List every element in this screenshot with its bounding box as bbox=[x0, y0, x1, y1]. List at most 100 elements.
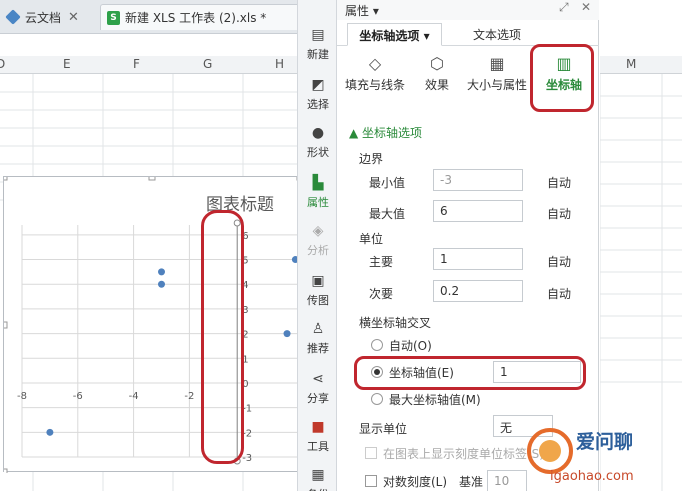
strip-item-label: 工具 bbox=[307, 440, 329, 453]
app-window: 云文档 ✕ S 新建 XLS 工作表 (2).xls * D E F G H -… bbox=[0, 0, 682, 491]
panel-header: 属性 ▾ ⤢ ✕ bbox=[337, 0, 599, 20]
recommend-icon: ♙ bbox=[311, 321, 325, 337]
strip-item-label: 传图 bbox=[307, 294, 329, 307]
category-label: 大小与属性 bbox=[466, 78, 527, 92]
min-label: 最小值 bbox=[369, 176, 406, 190]
section-axis-options[interactable]: ▲ 坐标轴选项 bbox=[349, 124, 422, 141]
radio-cross-max[interactable] bbox=[371, 393, 383, 405]
radio-cross-max-label[interactable]: 最大坐标轴值(M) bbox=[389, 391, 481, 408]
column-header-d[interactable]: D bbox=[0, 57, 5, 71]
column-header-g[interactable]: G bbox=[203, 57, 212, 71]
log-scale-checkbox[interactable] bbox=[365, 475, 377, 487]
tab-workbook[interactable]: S 新建 XLS 工作表 (2).xls * bbox=[100, 4, 300, 30]
effect-icon: ⬡ bbox=[430, 54, 444, 73]
x-tick-label: -8 bbox=[17, 391, 27, 402]
upload-image-icon: ▣ bbox=[311, 273, 325, 289]
category-axis[interactable]: ▥ 坐标轴 bbox=[543, 54, 585, 93]
close-tab-icon[interactable]: ✕ bbox=[68, 10, 79, 25]
axis-icon: ▥ bbox=[556, 54, 572, 73]
scatter-chart[interactable]: -8 -6 -4 -2 6 5 4 3 2 1 0 -1 -2 -3 bbox=[0, 173, 313, 476]
data-point bbox=[158, 280, 165, 288]
chart-plot: -8 -6 -4 -2 6 5 4 3 2 1 0 -1 -2 -3 bbox=[0, 173, 313, 476]
axis-handle-bottom bbox=[233, 457, 241, 465]
min-auto-button[interactable]: 自动 bbox=[547, 174, 571, 191]
watermark-url: igaohao.com bbox=[550, 469, 634, 484]
column-header-h[interactable]: H bbox=[275, 57, 284, 71]
strip-item-backup[interactable]: ▦ 备份 bbox=[298, 462, 338, 491]
share-icon: ⋖ bbox=[312, 371, 324, 387]
y-tick-label: -1 bbox=[242, 404, 252, 415]
log-scale-label: 对数刻度(L) bbox=[383, 475, 448, 489]
strip-item-analysis: ◈ 分析 bbox=[298, 218, 338, 264]
strip-item-label: 分享 bbox=[307, 392, 329, 405]
strip-item-toolbox[interactable]: ■ 工具 bbox=[298, 414, 338, 460]
min-value-field[interactable]: -3 bbox=[433, 169, 523, 191]
y-tick-label: -2 bbox=[242, 428, 252, 439]
spreadsheet-file-icon: S bbox=[107, 10, 120, 25]
tab-workbook-label: 新建 XLS 工作表 (2).xls * bbox=[125, 11, 267, 25]
minor-auto-button[interactable]: 自动 bbox=[547, 285, 571, 302]
watermark: 爱问聊 igaohao.com bbox=[520, 418, 682, 491]
chart-resize-handle bbox=[0, 173, 8, 181]
column-header-row: D E F G H bbox=[0, 56, 300, 74]
radio-cross-auto-label[interactable]: 自动(O) bbox=[389, 337, 432, 354]
radio-cross-auto[interactable] bbox=[371, 339, 383, 351]
minor-unit-field[interactable]: 0.2 bbox=[433, 280, 523, 302]
category-fill-line[interactable]: ◇ 填充与线条 bbox=[343, 54, 407, 93]
category-effect[interactable]: ⬡ 效果 bbox=[419, 54, 455, 93]
strip-item-label: 属性 bbox=[307, 196, 329, 209]
strip-item-upload-image[interactable]: ▣ 传图 bbox=[298, 268, 338, 314]
category-label: 坐标轴 bbox=[545, 78, 582, 92]
strip-item-property[interactable]: ▙ 属性 bbox=[298, 170, 338, 216]
data-point bbox=[283, 330, 291, 338]
major-auto-button[interactable]: 自动 bbox=[547, 253, 571, 270]
column-header-e[interactable]: E bbox=[63, 57, 71, 71]
base-label: 基准 bbox=[459, 475, 484, 489]
strip-item-label: 形状 bbox=[307, 146, 329, 159]
format-category-row: ◇ 填充与线条 ⬡ 效果 ▦ 大小与属性 ▥ 坐标轴 bbox=[337, 46, 599, 110]
radio-cross-axis-value-label[interactable]: 坐标轴值(E) bbox=[389, 364, 454, 381]
restore-panel-icon[interactable]: ⤢ bbox=[559, 0, 569, 15]
strip-item-share[interactable]: ⋖ 分享 bbox=[298, 366, 338, 412]
max-auto-button[interactable]: 自动 bbox=[547, 205, 571, 222]
radio-cross-axis-value[interactable] bbox=[371, 366, 383, 378]
y-tick-label: 0 bbox=[242, 379, 248, 390]
show-units-checkbox[interactable] bbox=[365, 447, 377, 459]
strip-item-new[interactable]: ▤ 新建 bbox=[298, 22, 338, 68]
bounds-label: 边界 bbox=[359, 152, 384, 166]
fill-icon: ◇ bbox=[368, 54, 382, 73]
watermark-text: 爱问聊 bbox=[576, 430, 633, 453]
strip-item-shape[interactable]: ● 形状 bbox=[298, 120, 338, 166]
data-point bbox=[46, 428, 54, 436]
watermark-logo: 爱问聊 igaohao.com bbox=[527, 428, 634, 484]
shape-icon: ● bbox=[311, 125, 325, 141]
major-unit-field[interactable]: 1 bbox=[433, 248, 523, 270]
tab-axis-options[interactable]: 坐标轴选项 ▾ bbox=[347, 23, 442, 46]
option-tab-row: 坐标轴选项 ▾ 文本选项 bbox=[337, 20, 599, 46]
category-size-property[interactable]: ▦ 大小与属性 bbox=[465, 54, 529, 93]
strip-item-recommend[interactable]: ♙ 推荐 bbox=[298, 316, 338, 362]
panel-title[interactable]: 属性 ▾ bbox=[345, 2, 379, 19]
y-tick-label: 3 bbox=[242, 305, 248, 316]
close-panel-icon[interactable]: ✕ bbox=[581, 0, 591, 14]
tab-cloud-docs[interactable]: 云文档 ✕ bbox=[0, 4, 98, 30]
chart-resize-handle bbox=[0, 468, 8, 476]
chart-resize-handle bbox=[0, 321, 8, 329]
cross-axis-value-field[interactable]: 1 bbox=[493, 361, 581, 383]
strip-item-select[interactable]: ◩ 选择 bbox=[298, 72, 338, 118]
analysis-icon: ◈ bbox=[312, 223, 324, 239]
category-label: 填充与线条 bbox=[344, 78, 405, 92]
size-icon: ▦ bbox=[489, 54, 505, 73]
y-tick-label: 6 bbox=[242, 231, 248, 242]
chart-title[interactable]: 图表标题 bbox=[206, 190, 274, 215]
new-icon: ▤ bbox=[311, 27, 325, 43]
column-header-f[interactable]: F bbox=[133, 57, 140, 71]
strip-item-label: 分析 bbox=[307, 244, 329, 257]
y-tick-label: 1 bbox=[242, 354, 248, 365]
column-header-m[interactable]: M bbox=[626, 57, 636, 71]
units-label: 单位 bbox=[359, 232, 384, 246]
max-value-field[interactable]: 6 bbox=[433, 200, 523, 222]
y-tick-label: 4 bbox=[242, 280, 248, 291]
tab-text-options[interactable]: 文本选项 bbox=[457, 23, 537, 46]
side-tool-strip: ▤ 新建 ◩ 选择 ● 形状 ▙ 属性 ◈ 分析 ▣ 传图 ♙ 推荐 ⋖ 分享 bbox=[297, 0, 337, 491]
